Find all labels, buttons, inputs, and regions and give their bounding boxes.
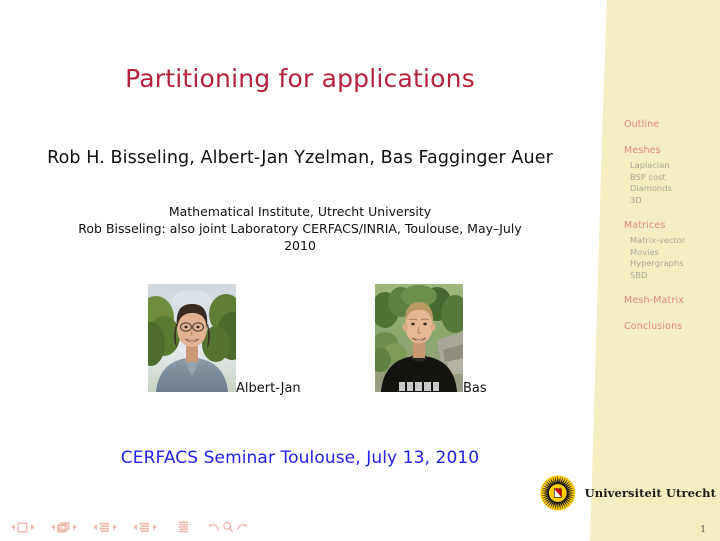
sidebar-item-sbd[interactable]: SBD: [630, 270, 720, 282]
sidebar-item-matrices[interactable]: Matrices: [624, 219, 720, 232]
sidebar-item-3d[interactable]: 3D: [630, 195, 720, 207]
history-navigation-group[interactable]: [208, 521, 248, 533]
previous-frame-arrow-icon[interactable]: [50, 524, 55, 530]
frame-navigation-group[interactable]: [48, 521, 79, 533]
next-subsection-arrow-icon[interactable]: [112, 524, 117, 530]
sidebar-panel: Outline Meshes Laplacian BSP cost Diamon…: [590, 0, 720, 541]
affiliation-line-3: 2010: [284, 238, 316, 253]
bas-portrait-graphic: [375, 284, 463, 392]
affiliation-line-1: Mathematical Institute, Utrecht Universi…: [168, 204, 432, 219]
back-arrow-icon[interactable]: [208, 521, 220, 533]
bas-caption: Bas: [463, 381, 487, 396]
bas-photo: [375, 284, 463, 392]
previous-slide-arrow-icon[interactable]: [10, 524, 15, 530]
next-section-arrow-icon[interactable]: [152, 524, 157, 530]
previous-subsection-arrow-icon[interactable]: [92, 524, 97, 530]
sidebar-item-mesh-matrix[interactable]: Mesh-Matrix: [624, 294, 720, 307]
utrecht-sun-emblem-icon: [540, 475, 576, 511]
affiliation-block: Mathematical Institute, Utrecht Universi…: [0, 203, 600, 254]
sidebar-item-matrix-vector[interactable]: Matrix-vector: [630, 235, 720, 247]
sidebar-item-meshes[interactable]: Meshes: [624, 144, 720, 157]
sidebar-item-diamonds[interactable]: Diamonds: [630, 183, 720, 195]
next-frame-arrow-icon[interactable]: [72, 524, 77, 530]
slide-content: Partitioning for applications Rob H. Bis…: [0, 0, 600, 541]
subsection-bars-icon[interactable]: [99, 522, 110, 533]
sidebar-navigation[interactable]: Outline Meshes Laplacian BSP cost Diamon…: [624, 118, 720, 336]
square-frame-icon[interactable]: [17, 522, 28, 533]
magnifier-icon[interactable]: [222, 521, 234, 533]
event-line: CERFACS Seminar Toulouse, July 13, 2010: [120, 448, 480, 468]
page-title: Partitioning for applications: [125, 64, 475, 93]
previous-section-arrow-icon[interactable]: [132, 524, 137, 530]
document-bars-icon[interactable]: [178, 521, 189, 533]
sidebar-item-laplacian[interactable]: Laplacian: [630, 160, 720, 172]
page-number: 1: [700, 525, 706, 535]
albert-jan-caption: Albert-Jan: [236, 381, 301, 396]
sidebar-item-bsp-cost[interactable]: BSP cost: [630, 172, 720, 184]
sidebar-item-movies[interactable]: Movies: [630, 247, 720, 259]
presentation-navigation-group[interactable]: [178, 521, 189, 533]
sidebar-item-hypergraphs[interactable]: Hypergraphs: [630, 258, 720, 270]
authors-line: Rob H. Bisseling, Albert-Jan Yzelman, Ba…: [47, 148, 553, 168]
forward-arrow-icon[interactable]: [236, 521, 248, 533]
section-bars-icon[interactable]: [139, 522, 150, 533]
affiliation-line-2: Rob Bisseling: also joint Laboratory CER…: [78, 221, 522, 236]
sidebar-item-outline[interactable]: Outline: [624, 118, 720, 131]
university-logo: Universiteit Utrecht: [540, 470, 716, 516]
beamer-navigation-bar[interactable]: [8, 518, 259, 536]
section-navigation-group[interactable]: [130, 522, 159, 533]
stacked-frames-icon[interactable]: [57, 521, 70, 533]
university-wordmark: Universiteit Utrecht: [584, 486, 716, 500]
albert-jan-photo: [148, 284, 236, 392]
slide-navigation-group[interactable]: [8, 522, 37, 533]
albert-jan-portrait-graphic: [148, 284, 236, 392]
sidebar-item-conclusions[interactable]: Conclusions: [624, 320, 720, 333]
subsection-navigation-group[interactable]: [90, 522, 119, 533]
next-slide-arrow-icon[interactable]: [30, 524, 35, 530]
